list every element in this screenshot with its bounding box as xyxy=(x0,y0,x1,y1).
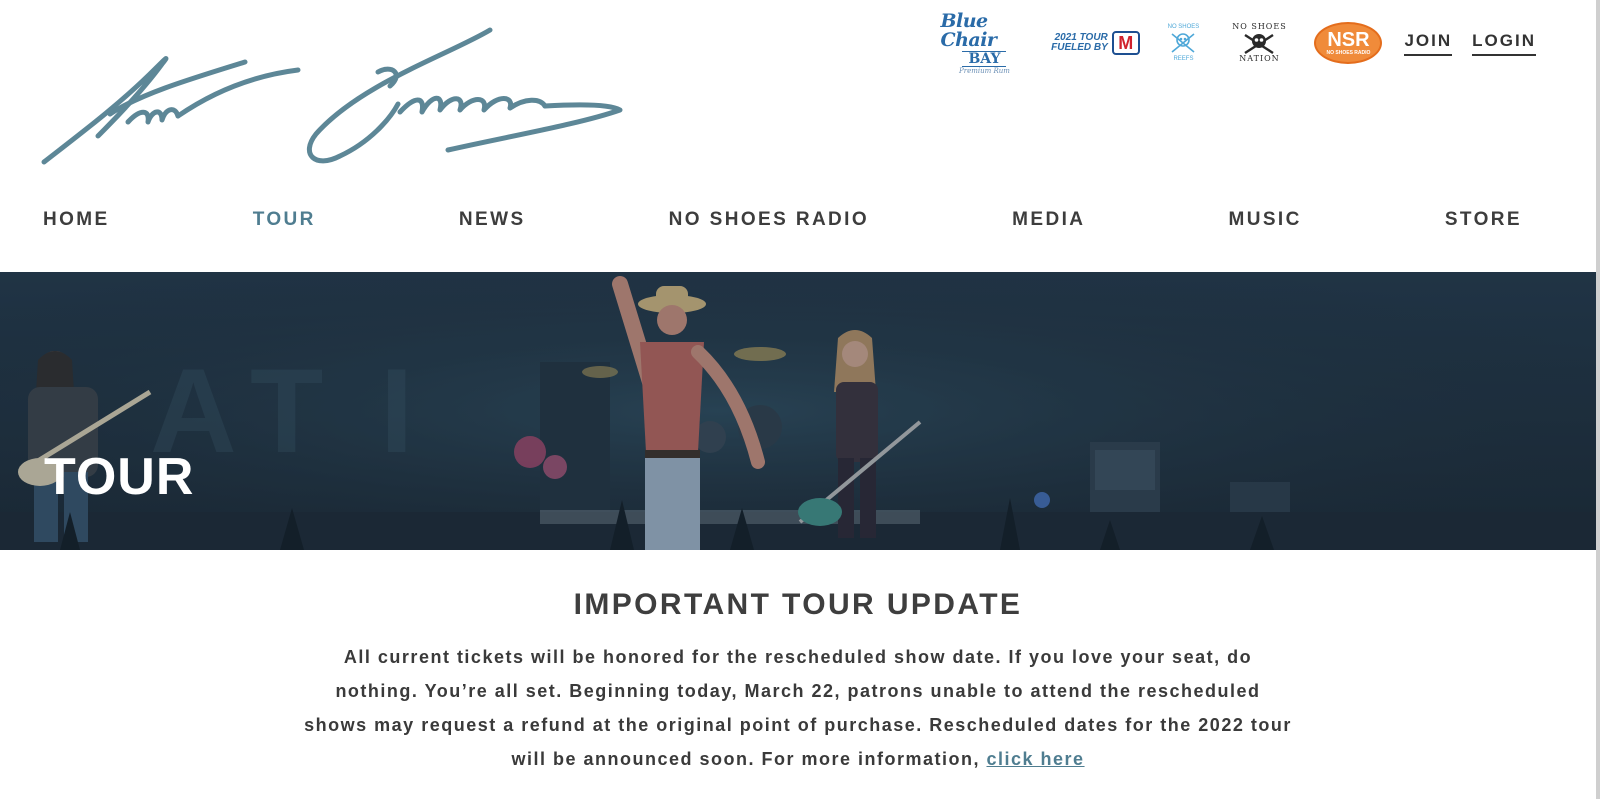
nation-top: NO SHOES xyxy=(1232,22,1287,31)
update-body-text: All current tickets will be honored for … xyxy=(304,647,1292,769)
marathon-badge-letter: M xyxy=(1118,33,1134,53)
site-header: Blue Chair BAY Premium Rum 2021 TOUR FUE… xyxy=(0,0,1596,272)
sponsor-logos: Blue Chair BAY Premium Rum 2021 TOUR FUE… xyxy=(940,11,1536,74)
skull-icon xyxy=(1244,33,1275,55)
nsr-sub: NO SHOES RADIO xyxy=(1326,50,1371,56)
signature-graphic xyxy=(41,27,623,165)
account-links: JOIN LOGIN xyxy=(1404,31,1536,56)
nation-bottom: NATION xyxy=(1239,54,1280,63)
hero-title: TOUR xyxy=(44,448,195,506)
window-edge xyxy=(1596,0,1600,799)
update-heading: IMPORTANT TOUR UPDATE xyxy=(573,588,1023,621)
tour-update-section: IMPORTANT TOUR UPDATE All current ticket… xyxy=(0,550,1596,799)
nav-no-shoes-radio[interactable]: NO SHOES RADIO xyxy=(669,209,869,231)
main-nav: HOME TOUR NEWS NO SHOES RADIO MEDIA MUSI… xyxy=(43,209,1522,231)
nav-music[interactable]: MUSIC xyxy=(1229,209,1302,231)
blue-chair-line2: BAY xyxy=(962,50,1007,67)
no-shoes-nation-logo[interactable]: NO SHOES NATION xyxy=(1226,18,1292,68)
blue-chair-line3: Premium Rum xyxy=(959,66,1010,75)
login-link[interactable]: LOGIN xyxy=(1472,31,1536,56)
join-link[interactable]: JOIN xyxy=(1404,31,1453,56)
click-here-link[interactable]: click here xyxy=(986,749,1084,769)
update-body: All current tickets will be honored for … xyxy=(303,640,1293,776)
page: Blue Chair BAY Premium Rum 2021 TOUR FUE… xyxy=(0,0,1600,799)
concert-stage-image: A T I xyxy=(0,272,1596,550)
signature-logo[interactable] xyxy=(40,24,640,174)
marathon-line2: FUELED BY xyxy=(1051,42,1108,53)
blue-chair-line1: Blue Chair xyxy=(940,9,997,51)
marathon-badge-icon: M xyxy=(1111,31,1140,55)
blue-chair-bay-logo[interactable]: Blue Chair BAY Premium Rum xyxy=(940,11,1028,74)
reefs-bottom: REEFS xyxy=(1173,56,1194,62)
nav-media[interactable]: MEDIA xyxy=(1012,209,1085,231)
no-shoes-reefs-logo[interactable]: NO SHOES REEFS xyxy=(1162,18,1204,68)
nav-store[interactable]: STORE xyxy=(1445,209,1522,231)
nsr-main: NSR xyxy=(1327,29,1370,51)
skull-crossbones-icon xyxy=(1171,33,1195,53)
nav-home[interactable]: HOME xyxy=(43,209,110,231)
nav-news[interactable]: NEWS xyxy=(459,209,526,231)
nav-tour[interactable]: TOUR xyxy=(253,209,316,231)
hero-banner: A T I TOUR xyxy=(0,272,1596,550)
marathon-text: 2021 TOUR FUELED BY xyxy=(1051,33,1108,53)
marathon-tour-logo[interactable]: 2021 TOUR FUELED BY M xyxy=(1050,18,1140,68)
no-shoes-radio-logo[interactable]: NSR NO SHOES RADIO xyxy=(1314,22,1383,64)
